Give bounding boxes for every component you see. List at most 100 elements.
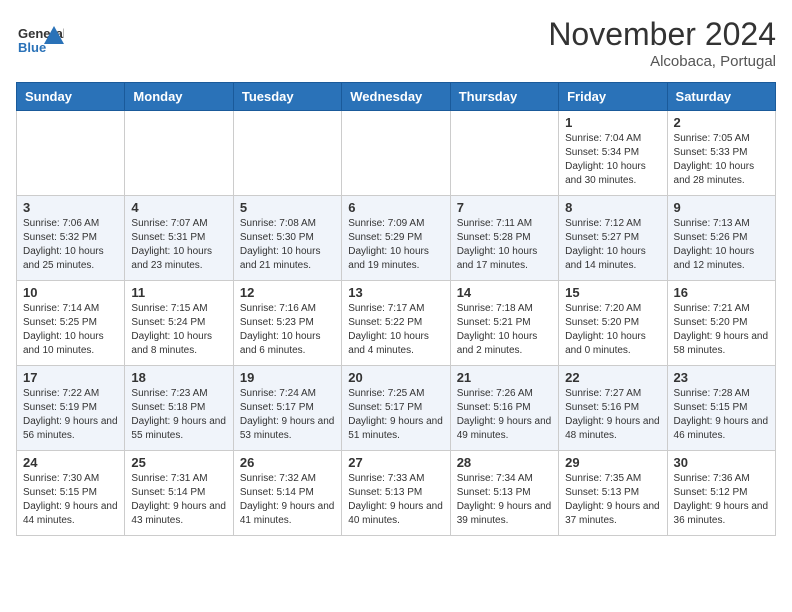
- column-header-tuesday: Tuesday: [233, 83, 341, 111]
- day-info: Sunrise: 7:31 AM Sunset: 5:14 PM Dayligh…: [131, 472, 226, 528]
- calendar-header-row: SundayMondayTuesdayWednesdayThursdayFrid…: [17, 83, 776, 111]
- day-info: Sunrise: 7:24 AM Sunset: 5:17 PM Dayligh…: [240, 387, 335, 443]
- calendar-cell: 7Sunrise: 7:11 AM Sunset: 5:28 PM Daylig…: [450, 196, 558, 281]
- day-info: Sunrise: 7:18 AM Sunset: 5:21 PM Dayligh…: [457, 302, 552, 358]
- logo-icon: General Blue: [16, 16, 64, 69]
- day-info: Sunrise: 7:13 AM Sunset: 5:26 PM Dayligh…: [674, 217, 769, 273]
- day-info: Sunrise: 7:16 AM Sunset: 5:23 PM Dayligh…: [240, 302, 335, 358]
- calendar-cell: 22 Sunrise: 7:27 AM Sunset: 5:16 PM Dayli…: [559, 366, 667, 451]
- day-info: Sunrise: 7:05 AM Sunset: 5:33 PM Dayligh…: [674, 132, 769, 188]
- column-header-saturday: Saturday: [667, 83, 775, 111]
- day-info: Sunrise: 7:17 AM Sunset: 5:22 PM Dayligh…: [348, 302, 443, 358]
- calendar-cell: 15 Sunrise: 7:20 AM Sunset: 5:20 PM Dayli…: [559, 281, 667, 366]
- day-number: 20: [348, 370, 443, 385]
- month-title: November 2024: [548, 16, 776, 53]
- page-header: General Blue November 2024 Alcobaca, Por…: [16, 16, 776, 70]
- svg-text:Blue: Blue: [18, 40, 46, 55]
- calendar-cell: [342, 111, 450, 196]
- day-info: Sunrise: 7:06 AM Sunset: 5:32 PM Dayligh…: [23, 217, 118, 273]
- day-number: 25: [131, 455, 226, 470]
- calendar-cell: [17, 111, 125, 196]
- calendar-cell: 16 Sunrise: 7:21 AM Sunset: 5:20 PM Dayli…: [667, 281, 775, 366]
- calendar-cell: 26 Sunrise: 7:32 AM Sunset: 5:14 PM Dayli…: [233, 451, 341, 536]
- day-number: 28: [457, 455, 552, 470]
- column-header-thursday: Thursday: [450, 83, 558, 111]
- day-info: Sunrise: 7:30 AM Sunset: 5:15 PM Dayligh…: [23, 472, 118, 528]
- calendar-cell: 11 Sunrise: 7:15 AM Sunset: 5:24 PM Dayli…: [125, 281, 233, 366]
- week-row-4: 17Sunrise: 7:22 AM Sunset: 5:19 PM Dayli…: [17, 366, 776, 451]
- column-header-wednesday: Wednesday: [342, 83, 450, 111]
- day-info: Sunrise: 7:07 AM Sunset: 5:31 PM Dayligh…: [131, 217, 226, 273]
- day-number: 16: [674, 285, 769, 300]
- calendar-cell: 18Sunrise: 7:23 AM Sunset: 5:18 PM Dayli…: [125, 366, 233, 451]
- day-number: 8: [565, 200, 660, 215]
- day-info: Sunrise: 7:08 AM Sunset: 5:30 PM Dayligh…: [240, 217, 335, 273]
- calendar-cell: 24 Sunrise: 7:30 AM Sunset: 5:15 PM Dayli…: [17, 451, 125, 536]
- week-row-2: 3 Sunrise: 7:06 AM Sunset: 5:32 PM Daylig…: [17, 196, 776, 281]
- location-subtitle: Alcobaca, Portugal: [548, 53, 776, 70]
- day-info: Sunrise: 7:20 AM Sunset: 5:20 PM Dayligh…: [565, 302, 660, 358]
- day-info: Sunrise: 7:12 AM Sunset: 5:27 PM Dayligh…: [565, 217, 660, 273]
- day-number: 10: [23, 285, 118, 300]
- day-number: 6: [348, 200, 443, 215]
- calendar-cell: 17Sunrise: 7:22 AM Sunset: 5:19 PM Dayli…: [17, 366, 125, 451]
- calendar-cell: 21 Sunrise: 7:26 AM Sunset: 5:16 PM Dayli…: [450, 366, 558, 451]
- day-info: Sunrise: 7:23 AM Sunset: 5:18 PM Dayligh…: [131, 387, 226, 443]
- day-info: Sunrise: 7:14 AM Sunset: 5:25 PM Dayligh…: [23, 302, 118, 358]
- day-number: 22: [565, 370, 660, 385]
- calendar-cell: 28 Sunrise: 7:34 AM Sunset: 5:13 PM Dayli…: [450, 451, 558, 536]
- calendar-cell: 23 Sunrise: 7:28 AM Sunset: 5:15 PM Dayli…: [667, 366, 775, 451]
- day-info: Sunrise: 7:35 AM Sunset: 5:13 PM Dayligh…: [565, 472, 660, 528]
- calendar-cell: 13 Sunrise: 7:17 AM Sunset: 5:22 PM Dayli…: [342, 281, 450, 366]
- day-info: Sunrise: 7:34 AM Sunset: 5:13 PM Dayligh…: [457, 472, 552, 528]
- calendar-cell: 14 Sunrise: 7:18 AM Sunset: 5:21 PM Dayli…: [450, 281, 558, 366]
- calendar-table: SundayMondayTuesdayWednesdayThursdayFrid…: [16, 82, 776, 536]
- calendar-cell: [125, 111, 233, 196]
- day-number: 21: [457, 370, 552, 385]
- calendar-cell: 12Sunrise: 7:16 AM Sunset: 5:23 PM Dayli…: [233, 281, 341, 366]
- day-info: Sunrise: 7:27 AM Sunset: 5:16 PM Dayligh…: [565, 387, 660, 443]
- day-number: 11: [131, 285, 226, 300]
- calendar-cell: 2 Sunrise: 7:05 AM Sunset: 5:33 PM Daylig…: [667, 111, 775, 196]
- day-info: Sunrise: 7:36 AM Sunset: 5:12 PM Dayligh…: [674, 472, 769, 528]
- day-number: 9: [674, 200, 769, 215]
- week-row-1: 1Sunrise: 7:04 AM Sunset: 5:34 PM Daylig…: [17, 111, 776, 196]
- day-number: 30: [674, 455, 769, 470]
- calendar-cell: 5 Sunrise: 7:08 AM Sunset: 5:30 PM Daylig…: [233, 196, 341, 281]
- day-number: 17: [23, 370, 118, 385]
- calendar-cell: 25 Sunrise: 7:31 AM Sunset: 5:14 PM Dayli…: [125, 451, 233, 536]
- calendar-cell: 19 Sunrise: 7:24 AM Sunset: 5:17 PM Dayli…: [233, 366, 341, 451]
- calendar-cell: 9 Sunrise: 7:13 AM Sunset: 5:26 PM Daylig…: [667, 196, 775, 281]
- calendar-cell: 1Sunrise: 7:04 AM Sunset: 5:34 PM Daylig…: [559, 111, 667, 196]
- calendar-cell: [450, 111, 558, 196]
- calendar-cell: 6Sunrise: 7:09 AM Sunset: 5:29 PM Daylig…: [342, 196, 450, 281]
- column-header-sunday: Sunday: [17, 83, 125, 111]
- day-info: Sunrise: 7:33 AM Sunset: 5:13 PM Dayligh…: [348, 472, 443, 528]
- day-info: Sunrise: 7:25 AM Sunset: 5:17 PM Dayligh…: [348, 387, 443, 443]
- calendar-cell: 8 Sunrise: 7:12 AM Sunset: 5:27 PM Daylig…: [559, 196, 667, 281]
- day-number: 15: [565, 285, 660, 300]
- day-number: 2: [674, 115, 769, 130]
- day-info: Sunrise: 7:26 AM Sunset: 5:16 PM Dayligh…: [457, 387, 552, 443]
- day-number: 24: [23, 455, 118, 470]
- column-header-monday: Monday: [125, 83, 233, 111]
- calendar-cell: 4Sunrise: 7:07 AM Sunset: 5:31 PM Daylig…: [125, 196, 233, 281]
- day-number: 19: [240, 370, 335, 385]
- day-number: 5: [240, 200, 335, 215]
- day-number: 14: [457, 285, 552, 300]
- day-info: Sunrise: 7:28 AM Sunset: 5:15 PM Dayligh…: [674, 387, 769, 443]
- title-block: November 2024 Alcobaca, Portugal: [548, 16, 776, 70]
- calendar-cell: 3 Sunrise: 7:06 AM Sunset: 5:32 PM Daylig…: [17, 196, 125, 281]
- day-info: Sunrise: 7:21 AM Sunset: 5:20 PM Dayligh…: [674, 302, 769, 358]
- day-number: 27: [348, 455, 443, 470]
- day-number: 13: [348, 285, 443, 300]
- calendar-cell: 29 Sunrise: 7:35 AM Sunset: 5:13 PM Dayli…: [559, 451, 667, 536]
- day-number: 29: [565, 455, 660, 470]
- day-number: 3: [23, 200, 118, 215]
- day-info: Sunrise: 7:15 AM Sunset: 5:24 PM Dayligh…: [131, 302, 226, 358]
- day-number: 23: [674, 370, 769, 385]
- week-row-3: 10 Sunrise: 7:14 AM Sunset: 5:25 PM Dayli…: [17, 281, 776, 366]
- calendar-cell: 20 Sunrise: 7:25 AM Sunset: 5:17 PM Dayli…: [342, 366, 450, 451]
- day-number: 26: [240, 455, 335, 470]
- day-info: Sunrise: 7:32 AM Sunset: 5:14 PM Dayligh…: [240, 472, 335, 528]
